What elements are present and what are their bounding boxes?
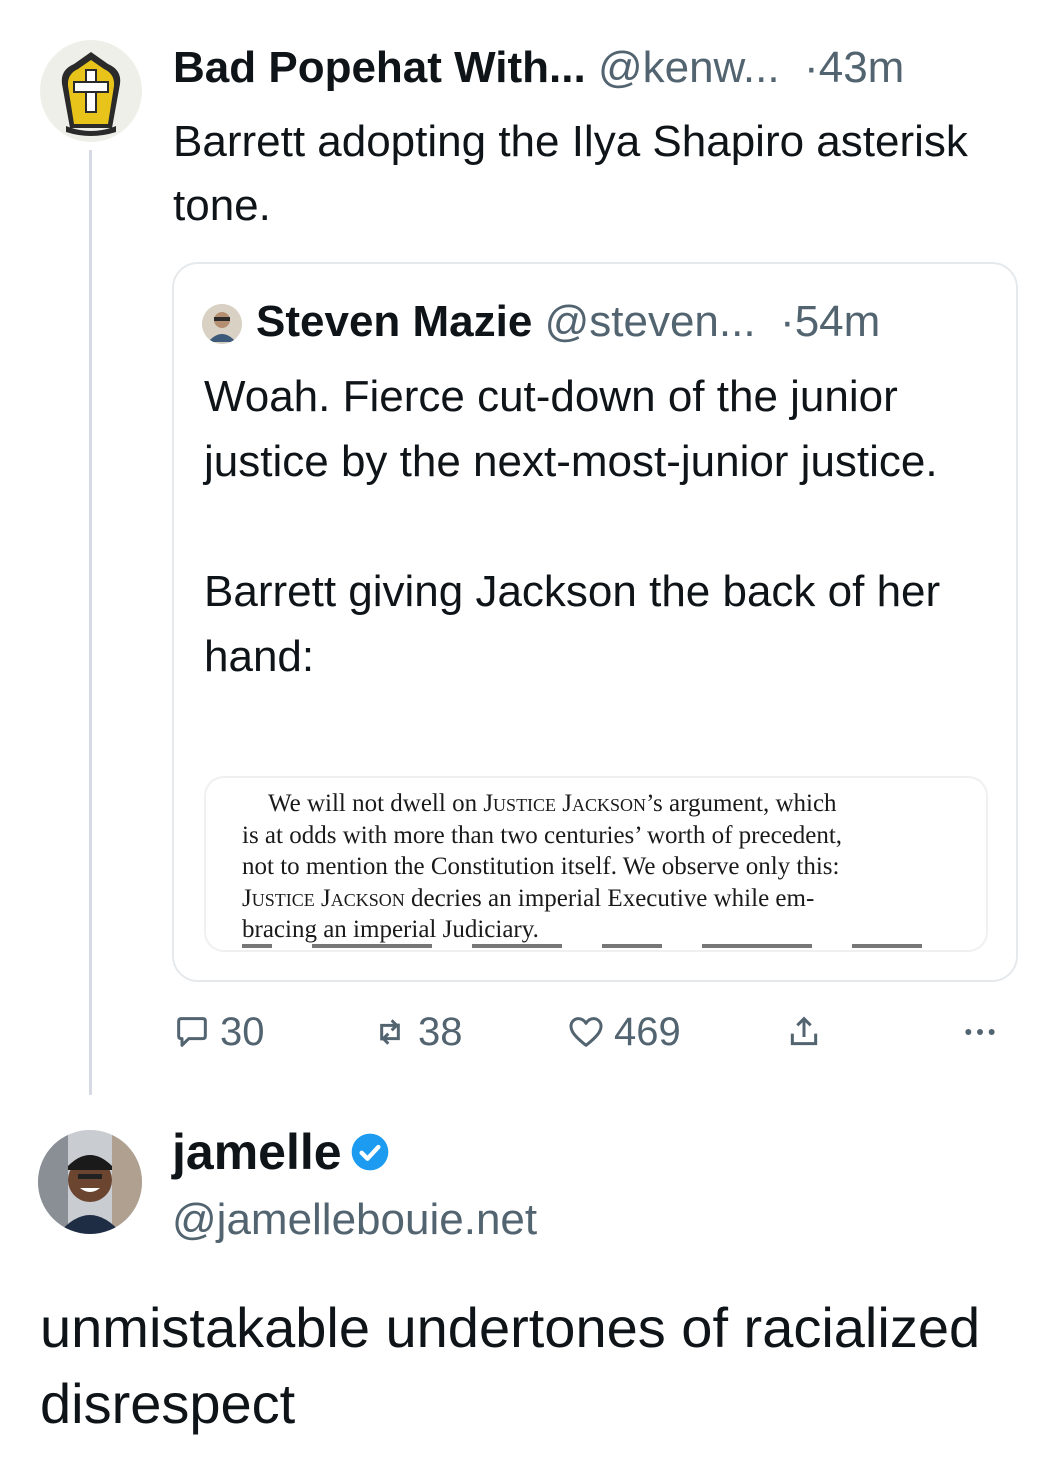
more-options-button[interactable] xyxy=(960,1008,1008,1056)
quote-text: Woah. Fierce cut-down of the junior just… xyxy=(204,364,994,689)
person-avatar-icon xyxy=(38,1130,142,1234)
post1-text: Barrett adopting the Ilya Shapiro asteri… xyxy=(173,117,968,230)
reply-icon xyxy=(177,1017,207,1047)
quote-author-avatar[interactable] xyxy=(202,304,242,344)
quote-paragraph-2: Barrett giving Jackson the back of her h… xyxy=(204,567,941,681)
document-line: is at odds with more than two centuries’… xyxy=(242,821,843,849)
document-line: We will not dwell on Justice Jackson’s a… xyxy=(268,790,837,817)
post1-handle[interactable]: @kenw... xyxy=(598,43,780,92)
thread-line xyxy=(89,150,92,1095)
share-icon xyxy=(790,1016,818,1046)
jamelle-avatar[interactable] xyxy=(38,1130,142,1234)
post2-display-name-row: jamelle xyxy=(172,1120,390,1184)
repost-icon xyxy=(380,1019,400,1045)
document-excerpt-image[interactable]: We will not dwell on Justice Jackson’s a… xyxy=(204,776,988,952)
quote-handle[interactable]: @steven... xyxy=(545,297,756,346)
quote-separator: · xyxy=(767,297,795,346)
quote-paragraph-1: Woah. Fierce cut-down of the junior just… xyxy=(204,372,938,486)
document-line: Justice Jackson decries an imperial Exec… xyxy=(242,884,815,912)
like-count: 469 xyxy=(614,1009,681,1054)
quote-display-name[interactable]: Steven Mazie xyxy=(256,297,532,346)
person-avatar-icon xyxy=(202,304,242,344)
quote-header: Steven Mazie @steven... ·54m xyxy=(256,294,880,350)
post1-time[interactable]: 43m xyxy=(819,43,905,92)
cut-off-text-top xyxy=(242,776,842,780)
post2-text: unmistakable undertones of racialized di… xyxy=(40,1296,981,1435)
repost-count: 38 xyxy=(418,1009,463,1054)
like-button[interactable]: 469 xyxy=(566,1008,681,1056)
popehat-hat-icon xyxy=(40,40,142,142)
post1-separator: · xyxy=(791,43,819,92)
post2-handle[interactable]: @jamellebouie.net xyxy=(172,1190,537,1250)
reply-button[interactable]: 30 xyxy=(172,1008,265,1056)
document-line: not to mention the Constitution itself. … xyxy=(242,853,840,880)
cut-off-text-bottom xyxy=(242,944,922,948)
post2-display-name[interactable]: jamelle xyxy=(172,1120,342,1184)
post1-header: Bad Popehat With... @kenw... ·43m xyxy=(173,40,904,96)
document-text: We will not dwell on Justice Jackson’s a… xyxy=(242,788,962,946)
heart-icon xyxy=(569,1017,603,1047)
repost-button[interactable]: 38 xyxy=(370,1008,463,1056)
more-dots-icon xyxy=(965,1029,995,1035)
document-line: bracing an imperial Judiciary. xyxy=(242,916,539,943)
quote-time[interactable]: 54m xyxy=(795,297,881,346)
popehat-avatar[interactable] xyxy=(40,40,142,142)
verified-badge-icon xyxy=(351,1133,388,1171)
reply-count: 30 xyxy=(220,1009,265,1054)
post1-display-name[interactable]: Bad Popehat With... xyxy=(173,43,586,92)
share-button[interactable] xyxy=(784,1008,832,1056)
